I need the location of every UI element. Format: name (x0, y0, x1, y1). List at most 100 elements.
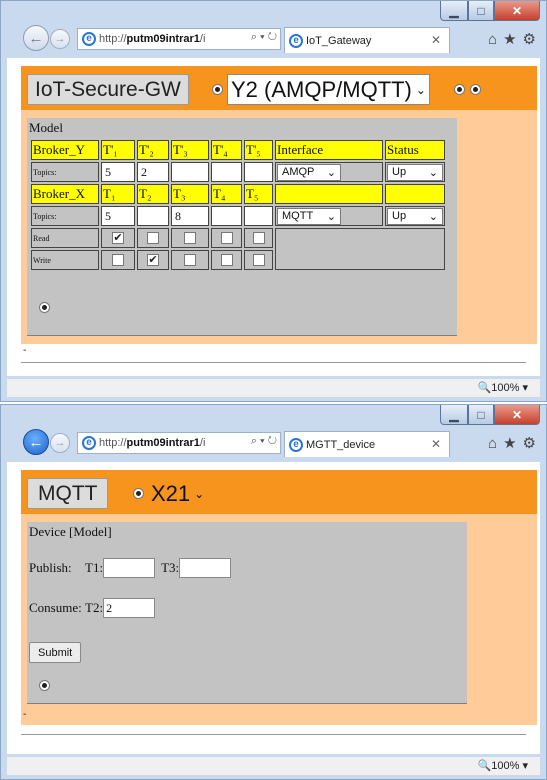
status-select-y[interactable]: Up ⌄ (387, 163, 443, 181)
back-button[interactable]: ← (23, 429, 49, 455)
ie-tab-icon: e (289, 437, 303, 452)
topic-header: T₃ (171, 184, 209, 204)
home-icon[interactable]: ⌂ (488, 31, 503, 48)
interface-select-x[interactable]: MQTT ⌄ (277, 207, 341, 225)
write-label: Write (31, 250, 99, 270)
forward-button[interactable]: → (50, 433, 70, 453)
forward-button[interactable]: → (50, 29, 70, 49)
read-checkbox[interactable] (220, 232, 233, 244)
read-checkbox[interactable]: ✔ (112, 232, 124, 244)
row-label: Topics: (31, 206, 99, 226)
gear-icon[interactable]: ⚙ (523, 435, 542, 452)
broker-table: Broker_Y T'₁ T'₂ T'₃ T'₄ T'₅ Interface S… (29, 138, 447, 272)
topic-input[interactable] (211, 162, 242, 182)
broker-select[interactable]: Y2 (AMQP/MQTT) ⌄ (227, 74, 430, 105)
minimize-button[interactable]: ▁ (440, 405, 468, 425)
home-icon[interactable]: ⌂ (488, 435, 503, 452)
star-icon[interactable]: ★ (503, 435, 522, 452)
topic-input[interactable] (211, 206, 242, 226)
forward-arrow-icon: → (54, 33, 66, 45)
close-tab-icon[interactable]: ✕ (431, 33, 441, 47)
address-bar[interactable]: e http://putm09intrar1/i ⌕ ▾ ↻ (77, 28, 281, 50)
topic-input[interactable]: 5 (101, 162, 135, 182)
submit-button[interactable]: Submit (29, 642, 82, 663)
status-select-x[interactable]: Up ⌄ (387, 207, 443, 225)
close-window-button[interactable]: ✕ (494, 1, 540, 21)
t1-input[interactable] (103, 558, 156, 578)
t1-label: T1: (85, 560, 104, 575)
header-radio[interactable] (133, 488, 144, 499)
topic-value (246, 163, 271, 181)
navigation-bar: ← → e http://putm09intrar1/i ⌕ ▾ ↻ e IoT… (1, 25, 546, 57)
address-actions-icons[interactable]: ⌕ ▾ ↻ (248, 31, 277, 44)
write-checkbox[interactable] (220, 254, 233, 266)
iot-secure-gw-button[interactable]: IoT-Secure-GW (27, 74, 189, 105)
tab-iot-gateway[interactable]: e IoT_Gateway ✕ (284, 27, 450, 53)
topic-value: 5 (103, 163, 133, 181)
chevron-down-icon: ⌄ (326, 210, 336, 223)
topic-input[interactable] (137, 206, 169, 226)
topic-input[interactable]: 2 (137, 162, 169, 182)
device-select[interactable]: X21 ⌄ (147, 478, 208, 509)
ie-logo-icon: e (82, 32, 96, 46)
title-bar: ▁ □ ✕ (1, 405, 546, 429)
back-button[interactable]: ← (23, 25, 49, 51)
row-label: Topics: (31, 162, 99, 182)
read-checkbox[interactable] (184, 232, 196, 244)
device-radio[interactable] (39, 680, 50, 691)
zoom-control[interactable]: 🔍100% ▾ (478, 381, 528, 394)
device-header: MQTT X21 ⌄ (21, 470, 537, 514)
topic-input[interactable] (244, 162, 273, 182)
minimize-button[interactable]: ▁ (440, 1, 468, 21)
zoom-control[interactable]: 🔍100% ▾ (478, 759, 528, 772)
write-checkbox[interactable] (112, 254, 124, 266)
broker-y-name: Broker_Y (31, 140, 99, 160)
t3-input[interactable] (179, 558, 232, 578)
interface-select-y[interactable]: AMQP ⌄ (277, 163, 341, 181)
navigation-bar: ← → e http://putm09intrar1/i ⌕ ▾ ↻ e MGT… (1, 429, 546, 461)
address-bar[interactable]: e http://putm09intrar1/i ⌕ ▾ ↻ (77, 432, 281, 454)
back-arrow-icon: ← (28, 29, 44, 47)
model-radio[interactable] (39, 302, 50, 313)
header-radio-3[interactable] (470, 84, 481, 95)
publish-row: Publish: T1: T3: (29, 558, 232, 578)
close-window-button[interactable]: ✕ (494, 405, 540, 425)
panel-title: Device [Model] (29, 524, 112, 539)
chevron-down-icon: ⌄ (326, 166, 336, 179)
broker-x-topics-row: Topics: 5 8 MQTT ⌄ Up ⌄ (31, 206, 445, 226)
close-tab-icon[interactable]: ✕ (431, 437, 441, 451)
interface-cell: MQTT ⌄ (275, 206, 383, 226)
read-checkbox[interactable] (252, 232, 265, 244)
read-checkbox[interactable] (147, 232, 159, 244)
title-bar: ▁ □ ✕ (1, 1, 546, 25)
topic-input[interactable]: 5 (101, 206, 135, 226)
maximize-button[interactable]: □ (468, 405, 494, 425)
maximize-button[interactable]: □ (468, 1, 494, 21)
url-scheme: http:// (99, 437, 127, 449)
t2-input[interactable]: 2 (103, 598, 156, 618)
header-radio-1[interactable] (212, 84, 223, 95)
broker-select-value: Y2 (AMQP/MQTT) (231, 76, 412, 102)
gateway-page: IoT-Secure-GW Y2 (AMQP/MQTT) ⌄ Model Brok… (21, 66, 537, 356)
topic-input[interactable] (244, 206, 273, 226)
status-header-empty (385, 184, 445, 204)
gear-icon[interactable]: ⚙ (523, 31, 542, 48)
page-content: MQTT X21 ⌄ Device [Model] Publish: T1: T3… (7, 462, 540, 754)
chevron-down-icon: ⌄ (428, 210, 438, 223)
interface-value: AMQP (282, 166, 315, 178)
address-actions-icons[interactable]: ⌕ ▾ ↻ (248, 435, 277, 448)
status-bar: 🔍100% ▾ (7, 379, 540, 397)
write-checkbox[interactable] (252, 254, 265, 266)
write-checkbox[interactable] (184, 254, 196, 266)
header-radio-2[interactable] (454, 84, 465, 95)
topic-value: 2 (139, 163, 167, 181)
write-checkbox[interactable]: ✔ (147, 254, 159, 266)
mqtt-button[interactable]: MQTT (27, 478, 109, 509)
star-icon[interactable]: ★ (503, 31, 522, 48)
topic-input[interactable]: 8 (171, 206, 209, 226)
publish-label: Publish: (29, 560, 72, 575)
topic-value (213, 207, 240, 225)
tab-mgtt-device[interactable]: e MGTT_device ✕ (284, 431, 450, 457)
device-page: MQTT X21 ⌄ Device [Model] Publish: T1: T3… (21, 470, 537, 725)
topic-input[interactable] (171, 162, 209, 182)
